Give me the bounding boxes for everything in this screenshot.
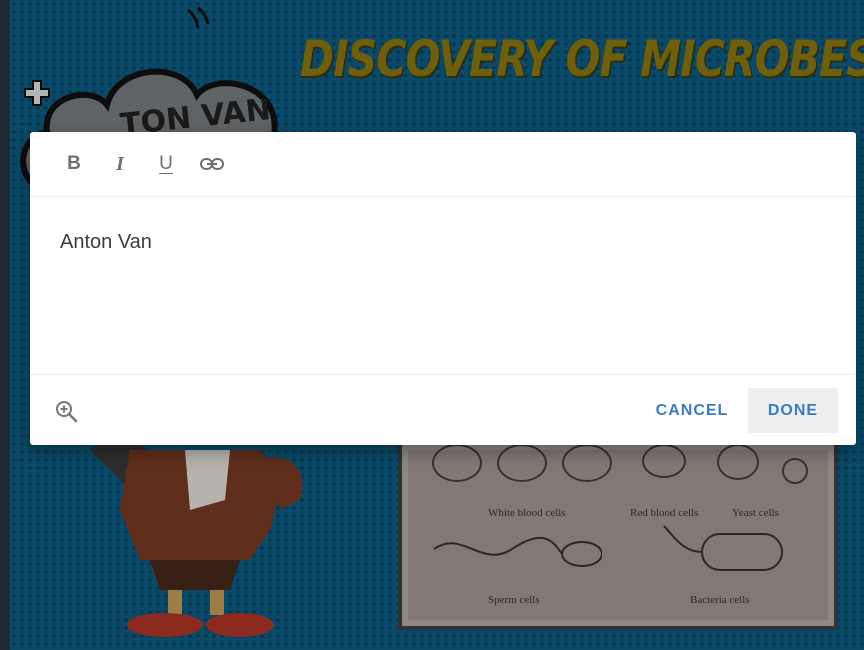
text-editor[interactable]: Anton Van: [30, 197, 856, 375]
burst-lines-decoration: [187, 6, 210, 29]
caption-red-blood-cells: Red blood cells: [630, 507, 699, 519]
link-button[interactable]: [200, 152, 224, 176]
sperm-cell-drawing: [433, 536, 602, 567]
plus-decoration-icon: [24, 80, 50, 106]
underline-button[interactable]: U: [154, 152, 178, 176]
link-icon: [200, 158, 224, 170]
bold-button[interactable]: B: [62, 152, 86, 176]
scientist-illustration: [90, 442, 303, 637]
done-button[interactable]: DONE: [748, 388, 838, 433]
caption-white-blood-cells: White blood cells: [488, 507, 566, 519]
microbes-photo: White blood cells Red blood cells Yeast …: [398, 440, 838, 630]
editor-text[interactable]: Anton Van: [60, 231, 152, 254]
cancel-button[interactable]: CANCEL: [642, 388, 742, 433]
formatting-toolbar: B I U: [30, 132, 856, 197]
slide-title: DISCOVERY OF MICROBES: [300, 30, 864, 88]
dialog-footer: CANCEL DONE: [30, 375, 856, 445]
caption-yeast-cells: Yeast cells: [732, 507, 779, 519]
caption-sperm-cells: Sperm cells: [488, 594, 540, 606]
caption-bacteria-cells: Bacteria cells: [690, 594, 750, 606]
zoom-in-icon[interactable]: [54, 399, 78, 423]
bacteria-cell-drawing: [663, 525, 783, 571]
text-edit-dialog: B I U Anton Van CANCEL DONE: [30, 132, 856, 445]
italic-button[interactable]: I: [108, 152, 132, 176]
